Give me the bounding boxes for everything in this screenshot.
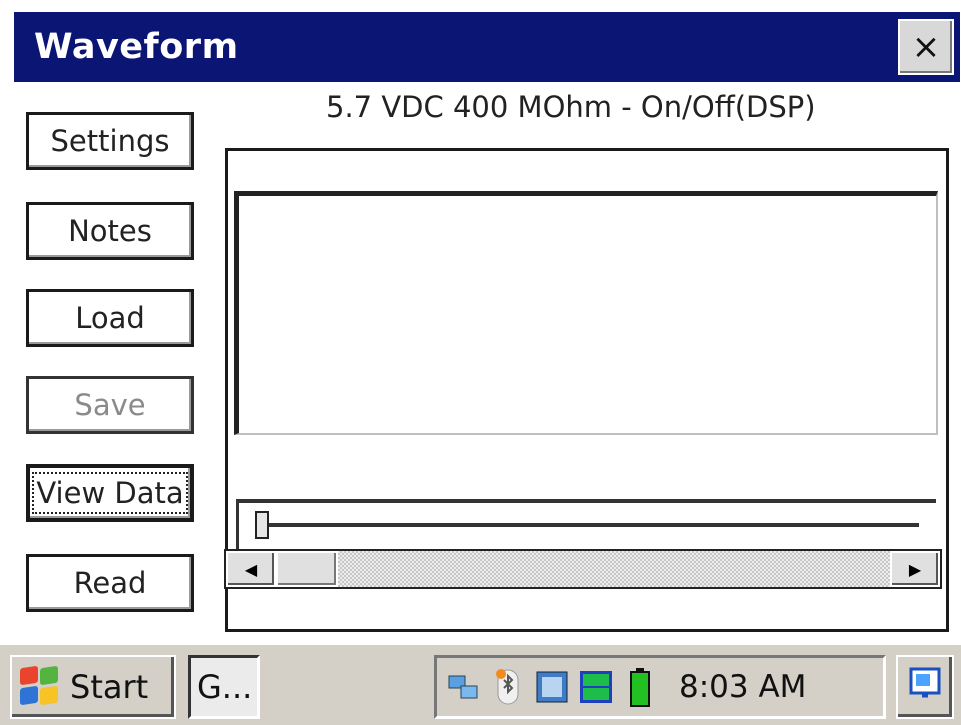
scroll-right-arrow[interactable]: ▶	[890, 551, 940, 587]
waveform-window: Settings Notes Load Save View Data Read …	[14, 82, 960, 640]
bluetooth-icon[interactable]	[491, 667, 525, 707]
window-title: Waveform	[34, 27, 239, 67]
taskbar-app-button[interactable]: G...	[188, 655, 260, 719]
slider-track	[259, 523, 919, 527]
sync-icon[interactable]	[535, 667, 569, 707]
measurement-header: 5.7 VDC 400 MOhm - On/Off(DSP)	[326, 90, 816, 124]
title-bar: Waveform ×	[14, 12, 960, 82]
start-button[interactable]: Start	[10, 655, 176, 719]
load-button-label: Load	[75, 301, 145, 335]
read-button[interactable]: Read	[26, 554, 194, 612]
scroll-thumb[interactable]	[276, 551, 338, 587]
notes-button-label: Notes	[68, 214, 152, 248]
close-icon: ×	[911, 27, 941, 67]
settings-button[interactable]: Settings	[26, 112, 194, 170]
save-button[interactable]: Save	[26, 376, 194, 434]
slider-thumb[interactable]	[255, 511, 269, 539]
waveform-panel: ◀ ▶	[224, 148, 949, 632]
save-button-label: Save	[74, 388, 146, 422]
otg-icon[interactable]	[579, 667, 613, 707]
horizontal-scrollbar[interactable]: ◀ ▶	[224, 549, 942, 589]
clock[interactable]: 8:03 AM	[679, 669, 806, 705]
start-label: Start	[70, 668, 149, 706]
arrow-left-icon: ◀	[244, 559, 258, 579]
load-button[interactable]: Load	[26, 289, 194, 347]
settings-button-label: Settings	[50, 124, 170, 158]
system-tray: 8:03 AM	[434, 655, 886, 719]
desktop-icon	[908, 666, 942, 708]
close-button[interactable]: ×	[898, 19, 954, 75]
notes-button[interactable]: Notes	[26, 202, 194, 260]
waveform-plot-area	[234, 191, 938, 435]
battery-icon[interactable]	[623, 667, 657, 707]
arrow-right-icon: ▶	[908, 559, 922, 579]
view-data-button-label: View Data	[32, 472, 188, 514]
scroll-left-arrow[interactable]: ◀	[226, 551, 276, 587]
view-data-button[interactable]: View Data	[26, 464, 194, 522]
desktop-button[interactable]	[896, 655, 954, 719]
network-icon[interactable]	[447, 667, 481, 707]
read-button-label: Read	[73, 566, 147, 600]
taskbar: Start G... 8:03 AM	[0, 642, 961, 725]
windows-logo-icon	[20, 665, 62, 707]
